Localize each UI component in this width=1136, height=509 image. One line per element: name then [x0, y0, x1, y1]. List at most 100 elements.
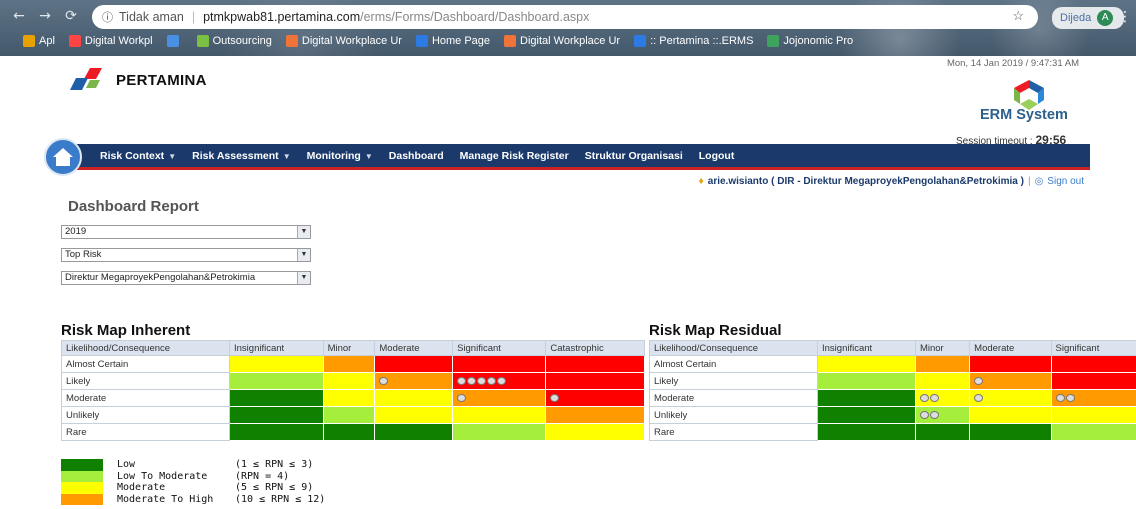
risk-cell	[969, 406, 1052, 424]
legend-item: Low (1 ≤ RPN ≤ 3)	[61, 459, 325, 471]
chevron-down-icon[interactable]: ▼	[297, 249, 310, 261]
risk-cell	[914, 423, 971, 441]
pertamina-logo[interactable]: PERTAMINA	[68, 66, 207, 94]
page-title: Dashboard Report	[68, 198, 199, 215]
risk-cell	[545, 423, 645, 441]
risk-marker-icon[interactable]	[1065, 393, 1075, 402]
risk-cell[interactable]	[969, 372, 1052, 390]
risk-marker-icon[interactable]	[487, 376, 497, 385]
bookmark-item[interactable]: Apl	[18, 34, 60, 48]
risk-cell	[452, 406, 547, 424]
avatar: A	[1097, 10, 1114, 26]
menu-risk-assessment[interactable]: Risk Assessment ▼	[192, 150, 291, 162]
risk-cell[interactable]	[914, 389, 971, 407]
risk-cell[interactable]	[452, 372, 547, 390]
forward-icon[interactable]: →	[36, 8, 54, 24]
bookmark-item[interactable]: Outsourcing	[192, 34, 277, 48]
likelihood-row: Moderate	[649, 389, 1136, 407]
legend-item: Moderate To High (10 ≤ RPN ≤ 12)	[61, 493, 326, 505]
consequence-header: Insignificant	[817, 340, 916, 356]
risk-cell	[229, 423, 324, 441]
legend-item: Moderate (5 ≤ RPN ≤ 9)	[61, 482, 325, 494]
bookmark-favicon-icon	[196, 35, 209, 47]
menu-risk-context[interactable]: Risk Context ▼	[100, 150, 176, 162]
consequence-header: Minor	[322, 340, 376, 356]
risk-cell	[1050, 372, 1136, 390]
consequence-header: Insignificant	[229, 340, 324, 356]
risk-cell[interactable]	[969, 389, 1052, 407]
risk-marker-icon[interactable]	[457, 393, 467, 402]
home-button[interactable]	[44, 138, 82, 176]
menu-manage-risk-register[interactable]: Manage Risk Register	[460, 150, 569, 162]
menu-logout[interactable]: Logout	[699, 150, 735, 162]
legend-item: Low To Moderate (RPN = 4)	[61, 470, 325, 482]
risk-marker-icon[interactable]	[477, 376, 487, 385]
risk-marker-icon[interactable]	[919, 410, 929, 419]
bookmark-item[interactable]: Digital Workpl	[64, 34, 158, 48]
likelihood-label: Moderate	[61, 389, 230, 407]
risk-marker-icon[interactable]	[457, 376, 467, 385]
profile-status: Dijeda	[1060, 12, 1092, 24]
likelihood-row: Almost Certain	[649, 355, 1136, 373]
menu-struktur-organisasi[interactable]: Struktur Organisasi	[585, 150, 683, 162]
bookmark-star-icon[interactable]: ☆	[1012, 8, 1024, 24]
risk-marker-icon[interactable]	[929, 393, 939, 402]
reload-icon[interactable]: ⟳	[62, 8, 80, 24]
chevron-down-icon[interactable]: ▼	[297, 226, 310, 238]
chevron-down-icon[interactable]: ▼	[297, 272, 310, 284]
bookmark-item[interactable]	[162, 34, 188, 48]
likelihood-row: Moderate	[61, 389, 645, 407]
bookmark-item[interactable]: Digital Workplace Ur	[281, 34, 407, 48]
residual-map-title: Risk Map Residual	[649, 322, 782, 339]
risk-cell	[1050, 355, 1136, 373]
risk-marker-icon[interactable]	[974, 376, 984, 385]
likelihood-label: Rare	[61, 423, 230, 441]
signout-link[interactable]: Sign out	[1047, 176, 1084, 187]
risk-cell[interactable]	[545, 389, 645, 407]
risk-marker-icon[interactable]	[974, 393, 984, 402]
risk-marker-icon[interactable]	[919, 393, 929, 402]
risk-cell	[817, 389, 916, 407]
risk-marker-icon[interactable]	[379, 376, 389, 385]
risk-type-select[interactable]: Top Risk ▼	[61, 248, 311, 262]
menu-monitoring[interactable]: Monitoring ▼	[307, 150, 373, 162]
risk-marker-icon[interactable]	[1055, 393, 1065, 402]
likelihood-label: Rare	[649, 423, 818, 441]
year-select[interactable]: 2019 ▼	[61, 225, 311, 239]
risk-cell[interactable]	[914, 406, 971, 424]
menu-kebab-icon[interactable]: ⋮	[1118, 9, 1132, 25]
bookmarks-bar: Apl Digital Workpl Outsourcing Digital Work…	[18, 34, 858, 48]
risk-cell	[1050, 406, 1136, 424]
bookmark-item[interactable]: :: Pertamina ::.ERMS	[629, 34, 758, 48]
legend-range: (10 ≤ RPN ≤ 12)	[235, 493, 326, 505]
risk-marker-icon[interactable]	[467, 376, 477, 385]
inherent-map-title: Risk Map Inherent	[61, 322, 191, 339]
menu-dashboard[interactable]: Dashboard	[389, 150, 444, 162]
risk-marker-icon[interactable]	[497, 376, 507, 385]
likelihood-row: Rare	[61, 423, 645, 441]
bookmark-item[interactable]: Digital Workplace Ur	[499, 34, 625, 48]
likelihood-label: Likely	[649, 372, 818, 390]
info-icon[interactable]: ⓘ	[102, 9, 113, 25]
back-icon[interactable]: ←	[10, 8, 28, 24]
risk-cell[interactable]	[452, 389, 547, 407]
risk-cell	[229, 355, 324, 373]
risk-cell	[914, 372, 971, 390]
risk-cell[interactable]	[1050, 389, 1136, 407]
browser-chrome: ← → ⟳ ⓘ Tidak aman | ptmkpwab81.pertamin…	[0, 0, 1136, 56]
risk-cell	[452, 355, 547, 373]
risk-cell	[545, 372, 645, 390]
residual-risk-map: Likelihood/Consequence Insignificant Minor…	[649, 340, 1136, 441]
signout-icon[interactable]: ◎	[1035, 176, 1044, 187]
bookmark-item[interactable]: Jojonomic Pro	[762, 34, 858, 48]
profile-button[interactable]: Dijeda A	[1052, 7, 1124, 29]
risk-marker-icon[interactable]	[550, 393, 560, 402]
bookmark-item[interactable]: Home Page	[411, 34, 495, 48]
user-icon: ♦	[698, 176, 704, 187]
browser-nav: ← → ⟳	[10, 8, 80, 24]
risk-marker-icon[interactable]	[929, 410, 939, 419]
unit-select[interactable]: Direktur MegaproyekPengolahan&Petrokimia…	[61, 271, 311, 285]
risk-cell[interactable]	[374, 372, 454, 390]
address-bar[interactable]: ⓘ Tidak aman | ptmkpwab81.pertamina.com …	[92, 5, 1038, 29]
risk-cell	[969, 355, 1052, 373]
